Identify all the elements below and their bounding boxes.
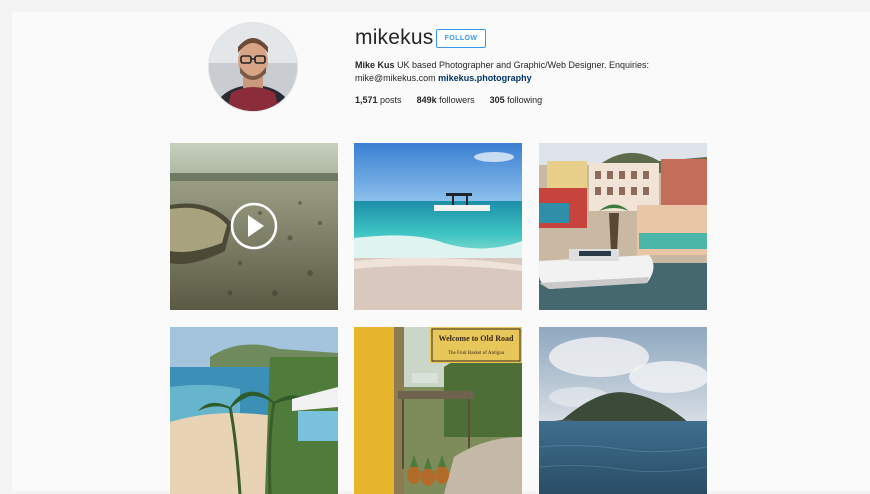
posts-count: 1,571 <box>355 95 378 105</box>
post-fruit-stand-sign[interactable]: Welcome to Old Road The Fruit Basket of … <box>354 327 522 494</box>
sign-subtext: The Fruit Basket of Antigua <box>448 351 505 356</box>
following-label: following <box>507 95 543 105</box>
bio-email: mike@mikekus.com <box>355 73 436 83</box>
stat-followers[interactable]: 849k followers <box>417 95 475 105</box>
bio-text: UK based Photographer and Graphic/Web De… <box>397 60 650 70</box>
follow-button[interactable]: FOLLOW <box>436 29 486 48</box>
sign-text: Welcome to Old Road <box>439 334 514 343</box>
posts-label: posts <box>380 95 402 105</box>
post-beach-boat-video[interactable] <box>170 143 338 310</box>
post-coast-palms[interactable] <box>170 327 338 494</box>
followers-count: 849k <box>416 95 437 105</box>
post-turquoise-sea-boat[interactable] <box>354 143 522 310</box>
bio-name: Mike Kus <box>355 60 395 70</box>
post-island-sea[interactable] <box>539 327 707 494</box>
profile-bio: Mike Kus UK based Photographer and Graph… <box>355 59 685 85</box>
stat-following[interactable]: 305 following <box>490 95 543 105</box>
profile-avatar[interactable] <box>208 22 298 112</box>
profile-username: mikekus <box>355 26 434 49</box>
stat-posts: 1,571 posts <box>355 95 402 105</box>
profile-stats: 1,571 posts 849k followers 305 following <box>355 95 542 105</box>
followers-label: followers <box>439 95 475 105</box>
bio-website-link[interactable]: mikekus.photography <box>438 73 532 83</box>
post-harbour-yacht-town[interactable] <box>539 143 707 310</box>
following-count: 305 <box>489 95 505 105</box>
